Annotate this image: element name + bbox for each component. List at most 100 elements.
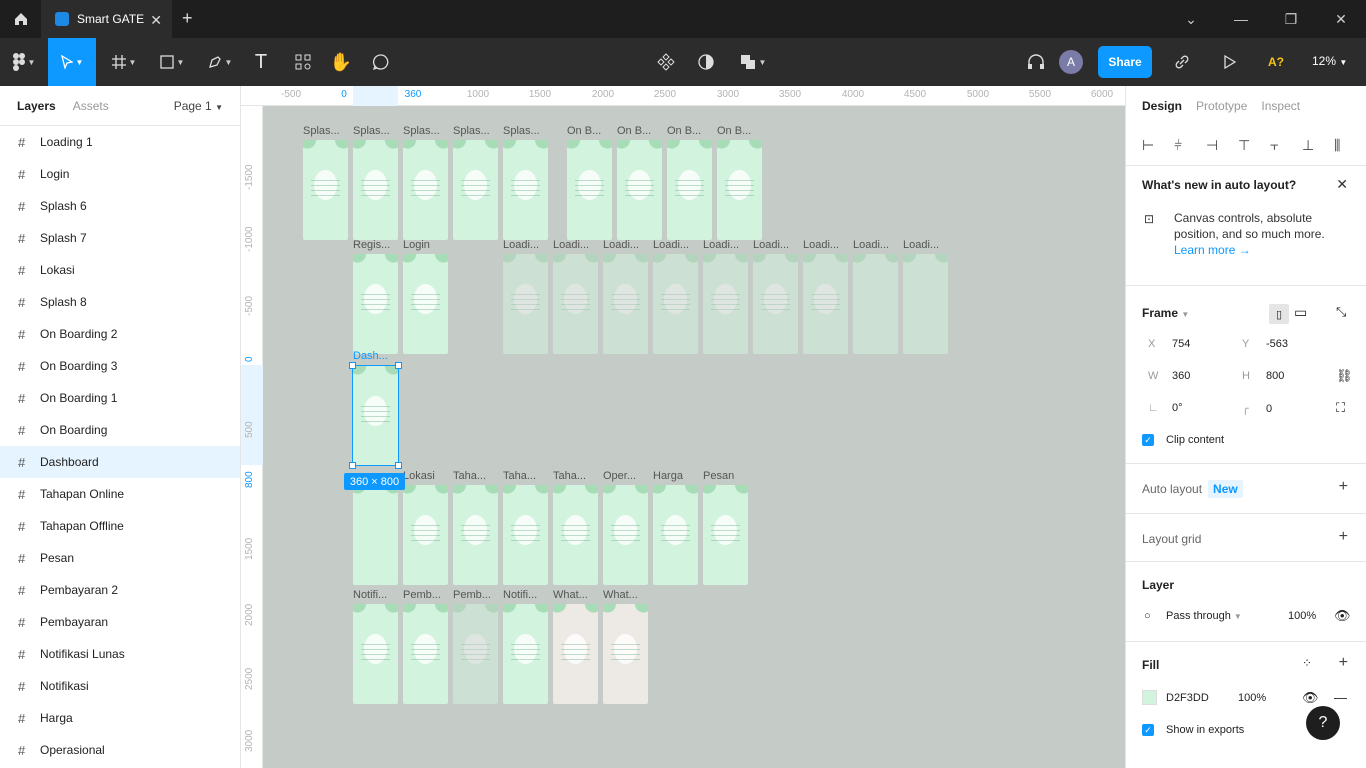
frame-label[interactable]: Splas... bbox=[303, 125, 340, 137]
height-field[interactable]: H 800 bbox=[1242, 370, 1284, 382]
frame-label[interactable]: Taha... bbox=[453, 470, 486, 482]
resize-handle-tr[interactable] bbox=[395, 362, 402, 369]
design-frame[interactable] bbox=[503, 140, 548, 240]
frame-label[interactable]: What... bbox=[553, 589, 588, 601]
design-frame[interactable] bbox=[617, 140, 662, 240]
frame-tool-icon[interactable]: ▼ bbox=[104, 38, 144, 86]
layer-item[interactable]: # Tahapan Online bbox=[0, 478, 240, 510]
distribute-icon[interactable]: ⫼ bbox=[1334, 137, 1366, 154]
chevron-down-icon[interactable]: ⌄ bbox=[1166, 0, 1216, 38]
remove-fill-icon[interactable]: — bbox=[1334, 690, 1347, 705]
fill-hex[interactable]: D2F3DD bbox=[1166, 692, 1209, 704]
page-selector[interactable]: Page 1 ▼ bbox=[174, 99, 223, 113]
add-layout-grid-icon[interactable]: + bbox=[1339, 528, 1348, 546]
frame-label[interactable]: Pemb... bbox=[453, 589, 491, 601]
tab-design[interactable]: Design bbox=[1142, 99, 1182, 113]
design-frame[interactable] bbox=[353, 140, 398, 240]
frame-label[interactable]: Loadi... bbox=[853, 239, 889, 251]
align-center-v-icon[interactable]: ⫟ bbox=[1270, 137, 1302, 154]
share-button[interactable]: Share bbox=[1098, 46, 1152, 78]
frame-label[interactable]: Taha... bbox=[503, 470, 536, 482]
layer-item[interactable]: # Dashboard bbox=[0, 446, 240, 478]
frame-label[interactable]: Notifi... bbox=[503, 589, 537, 601]
frame-label[interactable]: Loadi... bbox=[903, 239, 939, 251]
frame-label[interactable]: Taha... bbox=[553, 470, 586, 482]
design-frame[interactable] bbox=[353, 254, 398, 354]
landscape-icon[interactable]: ▭ bbox=[1294, 304, 1307, 321]
missing-fonts-badge[interactable]: A? bbox=[1262, 38, 1290, 86]
layer-opacity[interactable]: 100% bbox=[1288, 610, 1316, 622]
tab-inspect[interactable]: Inspect bbox=[1261, 99, 1300, 113]
frame-label[interactable]: Loadi... bbox=[803, 239, 839, 251]
design-frame[interactable] bbox=[353, 485, 398, 585]
design-frame[interactable] bbox=[503, 485, 548, 585]
contrast-icon[interactable] bbox=[692, 38, 720, 86]
tab-assets[interactable]: Assets bbox=[73, 99, 109, 113]
design-frame[interactable] bbox=[603, 604, 648, 704]
frame-label[interactable]: Dash... bbox=[353, 350, 388, 362]
layer-item[interactable]: # On Boarding 1 bbox=[0, 382, 240, 414]
width-field[interactable]: W 360 bbox=[1148, 370, 1190, 382]
layer-item[interactable]: # Splash 8 bbox=[0, 286, 240, 318]
design-frame[interactable] bbox=[503, 604, 548, 704]
frame-label[interactable]: Pemb... bbox=[403, 589, 441, 601]
frame-label[interactable]: Loadi... bbox=[553, 239, 589, 251]
zoom-level[interactable]: 12% ▼ bbox=[1312, 54, 1347, 68]
layer-item[interactable]: # Splash 7 bbox=[0, 222, 240, 254]
restore-icon[interactable]: ❐ bbox=[1266, 0, 1316, 38]
styles-grid-icon[interactable]: ⁘ bbox=[1302, 656, 1312, 670]
align-bottom-icon[interactable]: ⊥ bbox=[1302, 137, 1334, 154]
present-icon[interactable] bbox=[1216, 38, 1244, 86]
layer-item[interactable]: # Pembayaran 2 bbox=[0, 574, 240, 606]
close-icon[interactable]: ✕ bbox=[1336, 176, 1348, 193]
tab-prototype[interactable]: Prototype bbox=[1196, 99, 1247, 113]
align-center-h-icon[interactable]: ⫩ bbox=[1174, 137, 1206, 154]
comment-tool-icon[interactable] bbox=[366, 38, 396, 86]
layer-item[interactable]: # Loading 1 bbox=[0, 126, 240, 158]
hand-tool-icon[interactable]: ✋ bbox=[326, 38, 356, 86]
blend-mode-select[interactable]: Pass through ▼ bbox=[1166, 610, 1242, 622]
design-frame[interactable] bbox=[603, 254, 648, 354]
frame-label[interactable]: Loadi... bbox=[703, 239, 739, 251]
frame-label[interactable]: Lokasi bbox=[403, 470, 435, 482]
design-frame[interactable] bbox=[717, 140, 762, 240]
resize-handle-br[interactable] bbox=[395, 462, 402, 469]
align-top-icon[interactable]: ⊤ bbox=[1238, 137, 1270, 154]
frame-label[interactable]: Loadi... bbox=[653, 239, 689, 251]
design-frame[interactable] bbox=[853, 254, 898, 354]
frame-label[interactable]: Oper... bbox=[603, 470, 636, 482]
frame-label[interactable]: On B... bbox=[667, 125, 701, 137]
design-frame[interactable] bbox=[753, 254, 798, 354]
frame-label[interactable]: Pesan bbox=[703, 470, 734, 482]
rectangle-tool-icon[interactable]: ▼ bbox=[152, 38, 192, 86]
frame-label[interactable]: On B... bbox=[617, 125, 651, 137]
fill-visibility-eye-icon[interactable]: 👁 bbox=[1302, 690, 1319, 706]
layer-item[interactable]: # Pembayaran bbox=[0, 606, 240, 638]
layer-item[interactable]: # Pesan bbox=[0, 542, 240, 574]
layer-item[interactable]: # On Boarding bbox=[0, 414, 240, 446]
x-field[interactable]: X 754 bbox=[1148, 338, 1190, 350]
layer-item[interactable]: # On Boarding 2 bbox=[0, 318, 240, 350]
link-icon[interactable] bbox=[1168, 38, 1196, 86]
show-in-exports-checkbox[interactable]: ✓ bbox=[1142, 724, 1154, 736]
close-tab-icon[interactable]: ✕ bbox=[150, 12, 162, 29]
frame-label[interactable]: Splas... bbox=[403, 125, 440, 137]
help-button[interactable]: ? bbox=[1306, 706, 1340, 740]
layer-item[interactable]: # Splash 6 bbox=[0, 190, 240, 222]
constrain-proportions-icon[interactable]: ⛓ bbox=[1336, 368, 1353, 384]
frame-label[interactable]: Notifi... bbox=[353, 589, 387, 601]
align-left-icon[interactable]: ⊢ bbox=[1142, 137, 1174, 154]
design-frame[interactable] bbox=[703, 254, 748, 354]
design-frame[interactable] bbox=[403, 485, 448, 585]
frame-label[interactable]: Login bbox=[403, 239, 430, 251]
frame-dropdown[interactable]: Frame ▼ bbox=[1142, 306, 1189, 320]
design-frame[interactable] bbox=[403, 604, 448, 704]
avatar[interactable]: A bbox=[1059, 50, 1083, 74]
fill-color-swatch[interactable] bbox=[1142, 690, 1157, 705]
design-frame[interactable] bbox=[453, 140, 498, 240]
pen-tool-icon[interactable]: ▼ bbox=[200, 38, 240, 86]
component-icon[interactable] bbox=[652, 38, 680, 86]
radius-field[interactable]: ╭ 0 bbox=[1242, 402, 1272, 415]
move-tool-icon[interactable]: ▼ bbox=[48, 38, 96, 86]
frame-label[interactable]: Loadi... bbox=[603, 239, 639, 251]
